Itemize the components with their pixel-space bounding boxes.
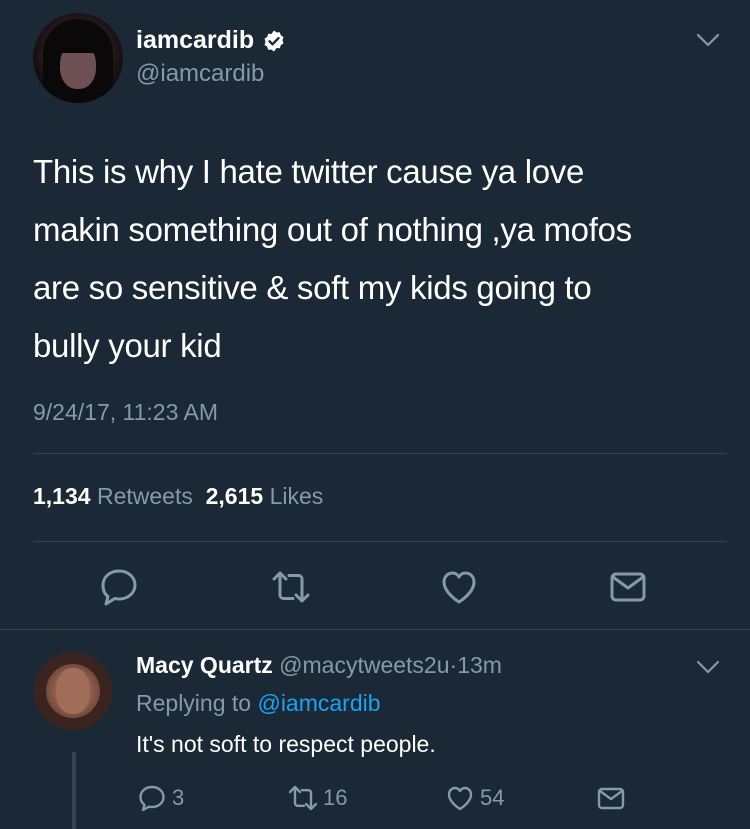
- author-name-row[interactable]: iamcardib: [136, 26, 286, 55]
- reply-tweet[interactable]: Macy Quartz @macytweets2u·13m Replying t…: [0, 630, 750, 829]
- retweet-label[interactable]: Retweets: [97, 483, 193, 509]
- verified-badge-icon: [264, 30, 284, 51]
- like-count[interactable]: 2,615: [206, 483, 264, 509]
- reply-handle[interactable]: @macytweets2u: [279, 652, 449, 678]
- retweet-icon: [288, 785, 318, 811]
- reply-actions: 3 16 54: [0, 782, 750, 816]
- tweet-text-line: bully your kid: [33, 327, 222, 364]
- reply-header: Macy Quartz @macytweets2u·13m: [136, 652, 502, 679]
- like-label[interactable]: Likes: [270, 483, 324, 509]
- tweet-actions: [0, 565, 750, 609]
- replying-to-link[interactable]: @iamcardib: [257, 690, 380, 716]
- display-name[interactable]: iamcardib: [136, 26, 254, 55]
- avatar[interactable]: [34, 652, 112, 730]
- reply-display-name[interactable]: Macy Quartz: [136, 652, 273, 678]
- message-button[interactable]: [595, 782, 627, 814]
- tweet-timestamp: 9/24/17, 11:23 AM: [33, 399, 218, 425]
- main-tweet: iamcardib @iamcardib This is why I hate …: [0, 0, 750, 630]
- replying-to: Replying to @iamcardib: [136, 690, 381, 717]
- message-icon[interactable]: [606, 565, 650, 609]
- chevron-down-icon[interactable]: [695, 657, 721, 677]
- avatar[interactable]: [33, 13, 123, 103]
- like-icon: [447, 786, 473, 811]
- reply-count: 3: [172, 785, 185, 810]
- tweet-text-line: are so sensitive & soft my kids going to: [33, 269, 592, 306]
- reply-icon: [139, 785, 165, 812]
- like-button[interactable]: 54: [444, 782, 504, 814]
- retweet-button[interactable]: 16: [287, 782, 347, 814]
- tweet-text: This is why I hate twitter cause ya love…: [33, 143, 723, 375]
- like-count: 54: [480, 785, 505, 810]
- message-icon: [597, 787, 625, 810]
- reply-text: It's not soft to respect people.: [136, 731, 436, 757]
- reply-button[interactable]: 3: [136, 782, 184, 814]
- chevron-down-icon[interactable]: [695, 30, 721, 50]
- replying-prefix: Replying to: [136, 690, 252, 716]
- reply-time: 13m: [457, 652, 502, 678]
- engagement-stats: 1,134 Retweets 2,615 Likes: [33, 483, 323, 510]
- divider: [33, 541, 727, 542]
- handle[interactable]: @iamcardib: [136, 60, 264, 88]
- tweet-text-line: makin something out of nothing ,ya mofos: [33, 211, 632, 248]
- divider: [33, 453, 727, 454]
- tweet-text-line: This is why I hate twitter cause ya love: [33, 153, 585, 190]
- reply-icon[interactable]: [97, 565, 141, 609]
- retweet-count[interactable]: 1,134: [33, 483, 91, 509]
- retweet-icon[interactable]: [269, 565, 313, 609]
- retweet-count: 16: [323, 785, 348, 810]
- like-icon[interactable]: [437, 565, 481, 609]
